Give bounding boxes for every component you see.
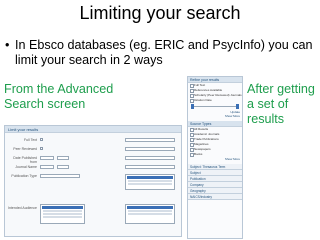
limiter-label: Full Text <box>24 138 37 142</box>
intended-audience-listbox[interactable] <box>40 204 85 224</box>
selected-option <box>42 206 83 209</box>
show-more-link[interactable]: Show More <box>188 157 242 161</box>
limiter-label: Journal Name <box>15 165 37 169</box>
facet-industry[interactable]: NAICS/Industry <box>188 194 242 200</box>
limit-results-header: Limit your results <box>5 126 181 133</box>
limiter-field[interactable] <box>40 174 80 178</box>
advanced-search-screenshot: Limit your results Full Text Peer Review… <box>4 125 182 237</box>
bullet-point: • In Ebsco databases (eg. ERIC and PsycI… <box>5 38 317 68</box>
list-line <box>128 213 172 215</box>
limiter-field[interactable] <box>125 165 175 169</box>
list-line <box>128 183 172 185</box>
slider-handle-start[interactable] <box>191 104 194 109</box>
caption-line: After getting <box>247 82 315 96</box>
show-more-link[interactable]: Show More <box>188 114 242 118</box>
limiter-field[interactable] <box>125 147 175 151</box>
bullet-mark: • <box>5 38 10 52</box>
results-caption: After getting a set of results <box>247 82 317 127</box>
list-line <box>128 210 172 212</box>
bullet-text: In Ebsco databases (eg. ERIC and PsycInf… <box>15 38 313 67</box>
list-line <box>43 213 82 215</box>
year-input[interactable] <box>57 165 69 169</box>
month-select[interactable] <box>40 156 54 160</box>
slider-track <box>191 106 239 107</box>
limiter-label: Date Published from <box>13 156 37 164</box>
caption-line: a set of <box>247 97 289 111</box>
publication-date-label: Publication Date <box>188 98 242 103</box>
list-line <box>43 216 82 218</box>
list-line <box>128 180 172 182</box>
full-text-checkbox[interactable] <box>40 138 43 141</box>
caption-line: Search screen <box>4 97 86 111</box>
limiter-listbox[interactable] <box>125 204 175 224</box>
limiter-label: Publication Type <box>11 174 37 178</box>
limiter-field[interactable] <box>125 138 175 142</box>
source-type-option[interactable]: Books <box>188 152 242 157</box>
date-slider[interactable] <box>191 104 239 109</box>
caption-line: From the Advanced <box>4 82 114 96</box>
limiter-label: Peer Reviewed <box>13 147 37 151</box>
selected-option <box>127 206 173 209</box>
slider-handle-end[interactable] <box>236 104 239 109</box>
advanced-search-caption: From the Advanced Search screen <box>4 82 134 112</box>
year-input[interactable] <box>57 156 69 160</box>
list-line <box>43 210 82 212</box>
limiter-label: Intended Audience <box>8 206 37 210</box>
caption-line: results <box>247 112 285 126</box>
selected-option <box>127 176 173 179</box>
limiter-listbox[interactable] <box>125 174 175 190</box>
peer-reviewed-checkbox[interactable] <box>40 147 43 150</box>
month-select[interactable] <box>40 165 54 169</box>
slide-title: Limiting your search <box>79 3 241 23</box>
limiter-field[interactable] <box>125 156 175 160</box>
refine-results-screenshot: Refine your results Full Text References… <box>187 76 243 239</box>
